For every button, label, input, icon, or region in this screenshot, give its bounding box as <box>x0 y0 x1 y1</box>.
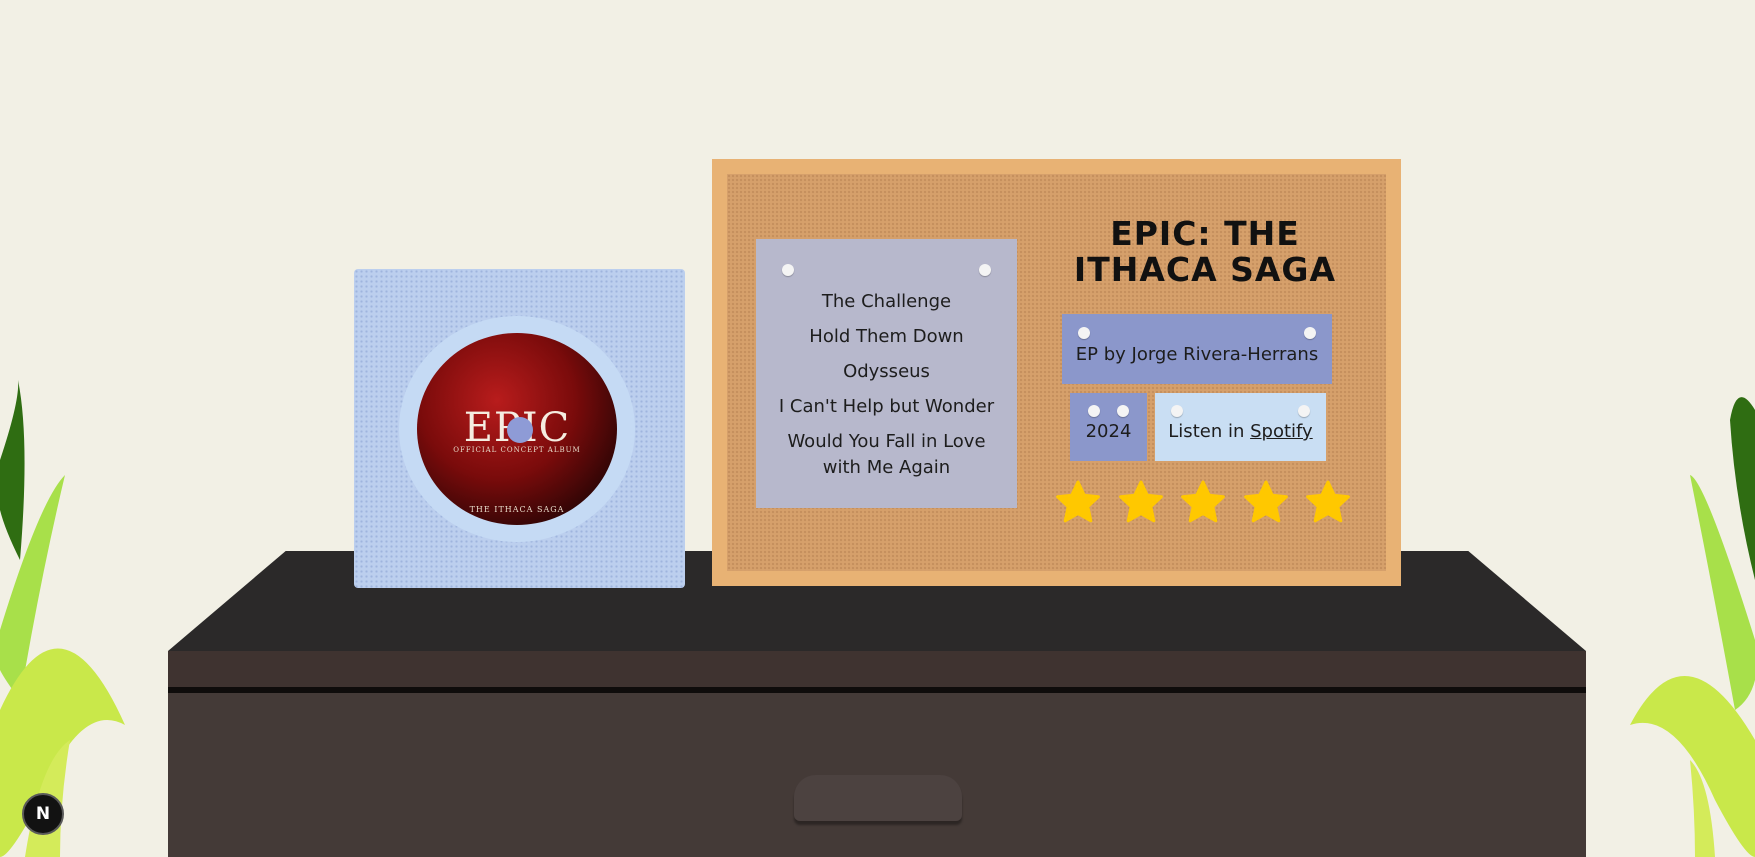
year-note: 2024 <box>1070 393 1147 461</box>
nextjs-dev-badge[interactable]: N <box>22 793 64 835</box>
pin-icon <box>979 264 991 276</box>
dresser-divider <box>168 687 1586 693</box>
tracklist-note: The Challenge Hold Them Down Odysseus I … <box>756 239 1017 508</box>
track-item: The Challenge <box>821 291 952 312</box>
star-icon <box>1181 480 1225 523</box>
pin-icon <box>1117 405 1129 417</box>
pin-icon <box>1304 327 1316 339</box>
listen-on-spotify[interactable]: Listen in Spotify <box>1155 393 1326 461</box>
album-title: EPIC: The Ithaca Saga <box>1073 214 1337 289</box>
corkboard-frame: The Challenge Hold Them Down Odysseus I … <box>712 159 1401 586</box>
pin-icon <box>1171 405 1183 417</box>
album-cover-card[interactable]: EPIC OFFICIAL CONCEPT ALBUM THE ITHACA S… <box>354 269 685 588</box>
pin-icon <box>1078 327 1090 339</box>
star-rating <box>1053 479 1353 529</box>
album-cover-bottom-text: THE ITHACA SAGA <box>469 505 565 514</box>
star-icon <box>1306 480 1350 523</box>
track-item: Odysseus <box>843 361 930 382</box>
track-item: Hold Them Down <box>809 326 964 347</box>
ep-artist-note: EP by Jorge Rivera-Herrans <box>1062 314 1332 384</box>
spotify-link[interactable]: Spotify <box>1250 421 1313 442</box>
pin-icon <box>782 264 794 276</box>
ep-artist-label: EP by Jorge Rivera-Herrans <box>1075 344 1319 365</box>
album-disc: EPIC OFFICIAL CONCEPT ALBUM THE ITHACA S… <box>417 333 617 525</box>
dresser <box>168 651 1586 857</box>
plant-left <box>0 380 125 857</box>
pin-icon <box>1298 405 1310 417</box>
dresser-rim <box>168 651 1586 687</box>
drawer-handle[interactable] <box>794 775 962 821</box>
album-disc-ring: EPIC OFFICIAL CONCEPT ALBUM THE ITHACA S… <box>399 316 635 542</box>
star-icon <box>1118 480 1163 523</box>
corkboard: The Challenge Hold Them Down Odysseus I … <box>727 174 1386 571</box>
track-item: Would You Fall in Love with Me Again <box>787 431 986 478</box>
pin-icon <box>1088 405 1100 417</box>
disc-center-hole <box>507 417 533 443</box>
star-icon <box>1056 480 1100 523</box>
plant-right <box>1630 397 1755 857</box>
star-icon <box>1243 480 1288 523</box>
release-year: 2024 <box>1085 421 1132 442</box>
listen-prefix: Listen in <box>1168 421 1245 442</box>
album-cover-subtitle: OFFICIAL CONCEPT ALBUM <box>453 446 581 454</box>
track-item: I Can't Help but Wonder <box>778 396 995 417</box>
